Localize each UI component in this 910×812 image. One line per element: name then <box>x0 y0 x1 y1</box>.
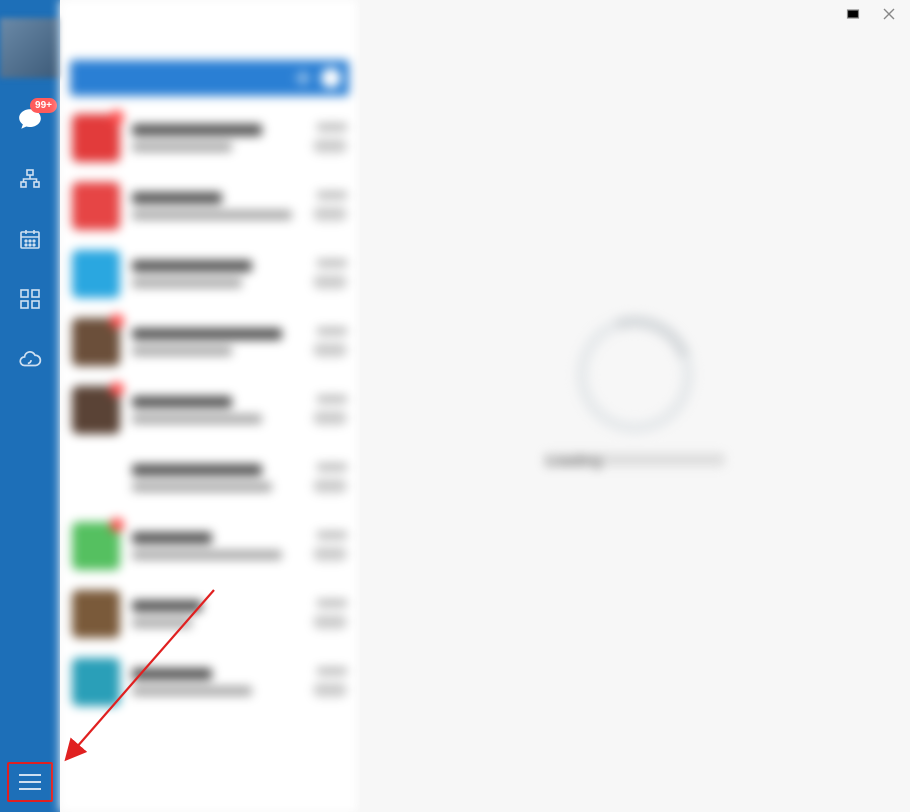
chat-avatar <box>72 114 120 162</box>
chat-time <box>317 599 347 607</box>
chat-subtitle <box>132 686 252 696</box>
chat-list-item[interactable] <box>60 512 359 580</box>
chat-meta <box>313 191 347 221</box>
search-bar[interactable] <box>70 60 349 96</box>
chat-meta <box>313 327 347 357</box>
chat-texts <box>132 600 301 628</box>
chat-list-item[interactable] <box>60 172 359 240</box>
spinner-icon <box>555 295 714 454</box>
chat-avatar <box>72 658 120 706</box>
chat-time <box>317 395 347 403</box>
chat-subtitle <box>132 482 272 492</box>
chat-texts <box>132 124 301 152</box>
chat-list-item[interactable] <box>60 444 359 512</box>
chat-status <box>313 479 347 493</box>
chat-texts <box>132 464 301 492</box>
chat-list-panel <box>60 0 360 812</box>
chat-texts <box>132 532 301 560</box>
chat-texts <box>132 668 301 696</box>
chat-list-item[interactable] <box>60 308 359 376</box>
chat-time <box>317 463 347 471</box>
chat-subtitle <box>132 278 242 288</box>
chat-meta <box>313 599 347 629</box>
chat-subtitle <box>132 210 292 220</box>
chat-status <box>313 207 347 221</box>
chat-status <box>313 683 347 697</box>
add-icon[interactable] <box>293 68 313 88</box>
window-minimize-button[interactable] <box>846 7 860 21</box>
chat-title <box>132 328 282 340</box>
chat-subtitle <box>132 618 192 628</box>
chat-time <box>317 259 347 267</box>
chat-subtitle <box>132 550 282 560</box>
chat-title <box>132 124 262 136</box>
unread-dot <box>110 518 124 532</box>
left-sidebar: 99+ <box>0 0 60 812</box>
unread-dot <box>110 110 124 124</box>
chat-title <box>132 668 212 680</box>
chat-meta <box>313 123 347 153</box>
chat-title <box>132 532 212 544</box>
chat-meta <box>313 395 347 425</box>
chat-title <box>132 396 232 408</box>
chat-time <box>317 191 347 199</box>
chat-meta <box>313 463 347 493</box>
search-icon[interactable] <box>321 68 341 88</box>
chat-avatar <box>72 182 120 230</box>
hamburger-menu-button[interactable] <box>7 762 53 802</box>
window-titlebar <box>360 0 910 28</box>
chat-title <box>132 192 222 204</box>
user-avatar[interactable] <box>0 18 60 78</box>
chat-title <box>132 600 202 612</box>
chat-status <box>313 411 347 425</box>
chat-time <box>317 667 347 675</box>
chat-status <box>313 547 347 561</box>
chat-meta <box>313 531 347 561</box>
chat-title <box>132 464 262 476</box>
chat-texts <box>132 328 301 356</box>
unread-badge: 99+ <box>30 98 57 113</box>
nav-apps[interactable] <box>17 286 43 312</box>
chat-meta <box>313 667 347 697</box>
nav-calendar[interactable] <box>17 226 43 252</box>
chat-list-item[interactable] <box>60 240 359 308</box>
chat-status <box>313 615 347 629</box>
chat-subtitle <box>132 346 232 356</box>
chat-texts <box>132 260 301 288</box>
chat-avatar <box>72 454 120 502</box>
nav-org[interactable] <box>17 166 43 192</box>
unread-dot <box>110 314 124 328</box>
main-content: Loading <box>360 0 910 812</box>
chat-texts <box>132 192 301 220</box>
chat-avatar <box>72 590 120 638</box>
chat-list-item[interactable] <box>60 104 359 172</box>
chat-subtitle <box>132 142 232 152</box>
chat-time <box>317 531 347 539</box>
chat-time <box>317 327 347 335</box>
chat-list-item[interactable] <box>60 580 359 648</box>
chat-title <box>132 260 252 272</box>
chat-list-item[interactable] <box>60 376 359 444</box>
unread-dot <box>110 382 124 396</box>
nav-chat[interactable]: 99+ <box>17 106 43 132</box>
window-close-button[interactable] <box>882 7 896 21</box>
chat-meta <box>313 259 347 289</box>
loading-label: Loading <box>545 453 725 467</box>
chat-avatar <box>72 250 120 298</box>
nav-icons: 99+ <box>17 106 43 372</box>
nav-cloud[interactable] <box>17 346 43 372</box>
hamburger-icon <box>19 774 41 790</box>
chat-avatar <box>72 318 120 366</box>
chat-subtitle <box>132 414 262 424</box>
chat-avatar <box>72 386 120 434</box>
chat-status <box>313 275 347 289</box>
chat-avatar <box>72 522 120 570</box>
chat-texts <box>132 396 301 424</box>
chat-list-item[interactable] <box>60 648 359 716</box>
loading-placeholder: Loading <box>545 315 725 467</box>
chat-status <box>313 139 347 153</box>
chat-status <box>313 343 347 357</box>
chat-time <box>317 123 347 131</box>
